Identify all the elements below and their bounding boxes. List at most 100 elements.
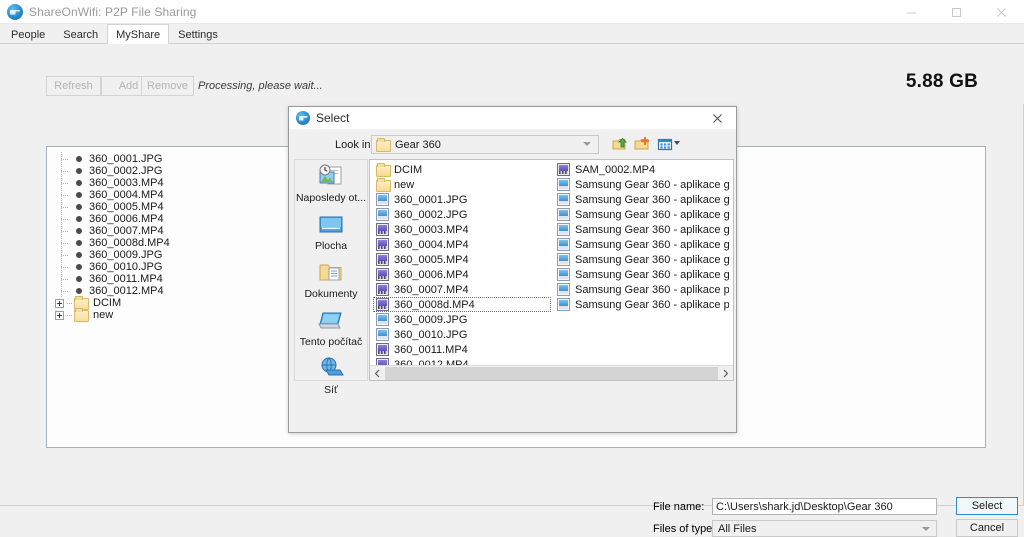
look-in-row: Look in: Gear 360 <box>289 130 738 158</box>
image-file-icon <box>557 208 570 221</box>
list-item[interactable]: 360_0011.MP4 <box>373 342 551 357</box>
bullet-icon <box>76 240 82 246</box>
dialog-close-button[interactable] <box>698 107 736 130</box>
maximize-button[interactable] <box>934 0 979 24</box>
list-item[interactable]: Samsung Gear 360 - aplikace gear (5).p <box>554 237 730 252</box>
image-file-icon <box>557 193 570 206</box>
bullet-icon <box>76 228 82 234</box>
dialog-title: Select <box>316 111 350 125</box>
tree-connector <box>55 212 76 225</box>
file-name: 360_0007.MP4 <box>394 283 469 296</box>
bullet-icon <box>76 264 82 270</box>
folder-icon <box>74 296 89 310</box>
place-this-pc[interactable]: Tento počítač <box>295 308 367 352</box>
list-item[interactable]: 360_0010.JPG <box>373 327 551 342</box>
tab-people[interactable]: People <box>2 25 54 44</box>
files-of-type-value: All Files <box>718 522 757 535</box>
tree-connector <box>55 164 76 177</box>
chevron-down-icon[interactable] <box>674 141 680 145</box>
up-one-level-icon[interactable] <box>611 135 630 154</box>
tree-item-label: 360_0007.MP4 <box>89 225 164 237</box>
tab-label: Settings <box>178 29 218 41</box>
file-list[interactable]: DCIM new 360_0001.JPG 360_0002.JPG 360_0… <box>369 159 734 381</box>
place-label: Síť <box>324 384 338 396</box>
video-file-icon <box>376 238 389 251</box>
place-label: Dokumenty <box>304 288 358 300</box>
chevron-right-icon[interactable] <box>718 366 733 381</box>
video-file-icon <box>376 268 389 281</box>
list-item[interactable]: Samsung Gear 360 - aplikace gear (4).p <box>554 222 730 237</box>
place-recent-items[interactable]: Naposledy ot... <box>295 164 367 208</box>
list-item[interactable]: new <box>373 177 551 192</box>
file-name: 360_0003.MP4 <box>394 223 469 236</box>
place-documents[interactable]: Dokumenty <box>295 260 367 304</box>
tree-connector <box>55 248 76 261</box>
list-item-selected[interactable]: 360_0008d.MP4 <box>373 297 551 312</box>
list-item[interactable]: 360_0002.JPG <box>373 207 551 222</box>
expand-icon[interactable] <box>55 298 64 308</box>
file-name: Samsung Gear 360 - aplikace gear (1).p <box>575 178 729 191</box>
tree-connector <box>55 224 76 237</box>
list-item[interactable]: Samsung Gear 360 - aplikace gear (2).p <box>554 192 730 207</box>
remove-button[interactable]: Remove <box>141 76 194 96</box>
file-name-value: C:\Users\shark.jd\Desktop\Gear 360 <box>716 500 893 513</box>
image-file-icon <box>376 328 389 341</box>
tree-connector <box>55 188 76 201</box>
bullet-icon <box>76 288 82 294</box>
expand-icon[interactable] <box>55 310 64 320</box>
place-label: Naposledy ot... <box>295 192 367 204</box>
list-item[interactable]: 360_0001.JPG <box>373 192 551 207</box>
tree-connector <box>55 260 76 273</box>
app-globe-icon <box>7 3 23 20</box>
list-item[interactable]: Samsung Gear 360 - aplikace gear (6).p <box>554 252 730 267</box>
toolbar: Refresh Add Remove Processing, please wa… <box>0 44 1024 104</box>
tab-search[interactable]: Search <box>54 25 107 44</box>
file-name-input[interactable]: C:\Users\shark.jd\Desktop\Gear 360 <box>712 498 937 515</box>
tree-item-label: 360_0005.MP4 <box>89 201 164 213</box>
horizontal-scrollbar[interactable] <box>370 365 733 380</box>
dialog-title-bar: Select <box>289 107 736 130</box>
new-folder-icon[interactable] <box>633 135 652 154</box>
tab-settings[interactable]: Settings <box>169 25 227 44</box>
files-of-type-combobox[interactable]: All Files <box>712 520 937 537</box>
select-button[interactable]: Select <box>956 497 1018 515</box>
minimize-button[interactable] <box>889 0 934 24</box>
file-name: 360_0010.JPG <box>394 328 468 341</box>
list-item[interactable]: 360_0005.MP4 <box>373 252 551 267</box>
list-item[interactable]: 360_0006.MP4 <box>373 267 551 282</box>
list-item[interactable]: Samsung Gear 360 - aplikace gear (1).p <box>554 177 730 192</box>
video-file-icon <box>376 253 389 266</box>
list-item[interactable]: DCIM <box>373 162 551 177</box>
scrollbar-thumb[interactable] <box>385 366 718 380</box>
place-desktop[interactable]: Plocha <box>295 212 367 256</box>
place-label: Tento počítač <box>299 336 363 348</box>
list-item[interactable]: SAM_0002.MP4 <box>554 162 730 177</box>
list-item[interactable]: 360_0009.JPG <box>373 312 551 327</box>
folder-icon <box>376 178 391 192</box>
list-item[interactable]: 360_0003.MP4 <box>373 222 551 237</box>
scrollbar-track[interactable] <box>385 365 718 380</box>
list-item[interactable]: Samsung Gear 360 - aplikace gear (7).p <box>554 267 730 282</box>
view-mode-icon[interactable] <box>656 135 675 154</box>
tree-connector <box>67 302 73 304</box>
documents-icon <box>316 260 346 286</box>
list-item[interactable]: Samsung Gear 360 - aplikace pro PC.jp <box>554 297 730 312</box>
tree-connector <box>55 236 76 249</box>
list-item[interactable]: Samsung Gear 360 - aplikace pro PC 2.j <box>554 282 730 297</box>
place-network[interactable]: Síť <box>295 356 367 400</box>
tree-item-label: 360_0001.JPG <box>89 153 163 165</box>
video-file-icon <box>376 223 389 236</box>
chevron-left-icon[interactable] <box>370 366 385 381</box>
refresh-button[interactable]: Refresh <box>46 76 101 96</box>
list-item[interactable]: 360_0007.MP4 <box>373 282 551 297</box>
close-button[interactable] <box>979 0 1024 24</box>
file-name: SAM_0002.MP4 <box>575 163 656 176</box>
look-in-combobox[interactable]: Gear 360 <box>371 135 599 154</box>
list-item[interactable]: Samsung Gear 360 - aplikace gear (3).p <box>554 207 730 222</box>
list-item[interactable]: 360_0004.MP4 <box>373 237 551 252</box>
bullet-icon <box>76 252 82 258</box>
tab-myshare[interactable]: MyShare <box>107 24 170 44</box>
cancel-button[interactable]: Cancel <box>956 519 1018 537</box>
image-file-icon <box>557 283 570 296</box>
folder-icon <box>74 308 89 322</box>
